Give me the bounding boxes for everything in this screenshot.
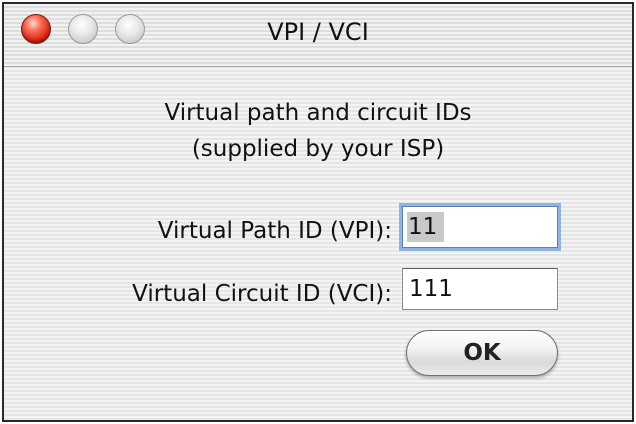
ok-button[interactable]: OK	[406, 330, 558, 376]
instruction-line-2: (supplied by your ISP)	[191, 136, 445, 162]
title-bar[interactable]: VPI / VCI	[4, 4, 632, 67]
vci-label: Virtual Circuit ID (VCI):	[132, 281, 392, 307]
vci-field[interactable]	[402, 268, 558, 310]
vpi-field-container: 11	[402, 206, 558, 248]
instruction-line-1: Virtual path and circuit IDs	[164, 100, 472, 126]
vpi-field[interactable]	[402, 206, 558, 248]
vpi-label: Virtual Path ID (VPI):	[157, 218, 392, 244]
dialog-window: VPI / VCI Virtual path and circuit IDs (…	[2, 2, 634, 422]
window-title: VPI / VCI	[267, 18, 369, 46]
